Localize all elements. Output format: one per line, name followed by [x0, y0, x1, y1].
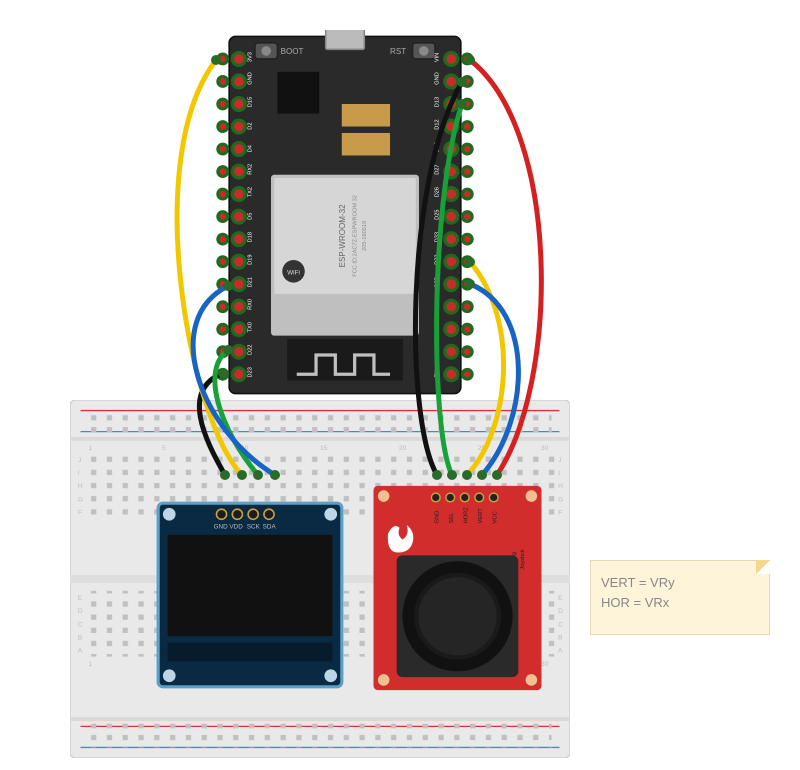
- sticky-note: VERT = VRy HOR = VRx: [590, 560, 770, 635]
- svg-text:GND: GND: [435, 511, 441, 524]
- svg-text:TX0: TX0: [248, 322, 254, 332]
- svg-text:D14: D14: [434, 142, 440, 152]
- svg-text:D34: D34: [434, 300, 440, 310]
- svg-text:RX0: RX0: [248, 299, 254, 310]
- svg-text:1: 1: [88, 661, 92, 668]
- svg-text:SCK: SCK: [247, 524, 261, 531]
- svg-text:D32: D32: [434, 255, 440, 265]
- svg-text:H: H: [78, 483, 83, 490]
- svg-text:I: I: [78, 470, 80, 477]
- svg-text:EN: EN: [434, 370, 440, 378]
- svg-text:1: 1: [88, 445, 92, 452]
- svg-text:D: D: [78, 608, 83, 615]
- svg-text:FCC ID:2AC7Z-ESPWROOM 32: FCC ID:2AC7Z-ESPWROOM 32: [352, 195, 358, 277]
- svg-text:B: B: [558, 635, 563, 642]
- oled-module: GND VDD SCK SDA: [155, 500, 345, 690]
- svg-text:C: C: [78, 621, 83, 628]
- esp32-left-header: [218, 53, 245, 381]
- svg-text:BOOT: BOOT: [281, 47, 304, 56]
- svg-text:VIN: VIN: [434, 53, 440, 62]
- svg-text:D33: D33: [434, 232, 440, 242]
- svg-text:D27: D27: [434, 164, 440, 174]
- svg-text:F: F: [78, 510, 82, 517]
- svg-text:I: I: [558, 470, 560, 477]
- svg-text:5: 5: [162, 445, 166, 452]
- svg-text:J: J: [78, 457, 81, 464]
- svg-text:D18: D18: [248, 232, 254, 242]
- svg-text:D25: D25: [434, 209, 440, 219]
- svg-text:GND: GND: [214, 524, 228, 531]
- svg-text:GND: GND: [248, 72, 254, 85]
- svg-text:15: 15: [320, 445, 328, 452]
- svg-text:RX2: RX2: [248, 164, 254, 175]
- svg-text:D26: D26: [434, 187, 440, 197]
- svg-text:A: A: [78, 648, 83, 655]
- svg-text:VDD: VDD: [229, 524, 243, 531]
- svg-text:25: 25: [478, 445, 486, 452]
- svg-text:ESP-WROOM-32: ESP-WROOM-32: [338, 204, 347, 267]
- svg-text:D12: D12: [434, 119, 440, 129]
- svg-text:D: D: [558, 608, 563, 615]
- svg-text:3V3: 3V3: [248, 52, 254, 62]
- svg-text:D22: D22: [248, 345, 254, 355]
- svg-text:VCC: VCC: [493, 511, 499, 523]
- svg-text:10: 10: [241, 445, 249, 452]
- svg-text:D4: D4: [248, 145, 254, 152]
- svg-text:RST: RST: [390, 47, 406, 56]
- svg-text:Joystick: Joystick: [520, 549, 526, 570]
- svg-text:20: 20: [399, 445, 407, 452]
- esp32-right-header: [445, 53, 472, 381]
- svg-text:SDA: SDA: [263, 524, 277, 531]
- svg-text:VP: VP: [434, 347, 440, 355]
- joystick-module: GND SEL HORZ VERT VCC Analog Joystick: [370, 483, 545, 693]
- svg-text:G: G: [558, 496, 563, 503]
- esp32-board: BOOT RST ESP-WROOM-32 FCC ID:2AC7Z-ESPWR…: [215, 30, 475, 400]
- svg-text:A: A: [558, 648, 563, 655]
- svg-text:VERT: VERT: [478, 508, 484, 524]
- svg-text:C: C: [558, 621, 563, 628]
- note-line2: HOR = VRx: [601, 593, 759, 613]
- svg-text:G: G: [78, 496, 83, 503]
- svg-text:D5: D5: [248, 213, 254, 220]
- svg-text:J: J: [558, 457, 561, 464]
- svg-text:HORZ: HORZ: [464, 507, 470, 524]
- svg-text:TX2: TX2: [248, 187, 254, 197]
- svg-text:E: E: [558, 595, 563, 602]
- svg-text:E: E: [78, 595, 83, 602]
- note-line1: VERT = VRy: [601, 573, 759, 593]
- svg-text:205-160519: 205-160519: [362, 221, 368, 251]
- svg-text:D2: D2: [248, 123, 254, 130]
- svg-text:D13: D13: [434, 97, 440, 107]
- svg-text:30: 30: [541, 445, 549, 452]
- svg-text:D35: D35: [434, 277, 440, 287]
- svg-text:H: H: [558, 483, 563, 490]
- svg-text:D19: D19: [248, 255, 254, 265]
- svg-text:D15: D15: [248, 97, 254, 107]
- svg-text:D23: D23: [248, 367, 254, 377]
- svg-text:VN: VN: [434, 325, 440, 333]
- svg-text:F: F: [558, 510, 562, 517]
- svg-text:D21: D21: [248, 277, 254, 287]
- svg-text:WiFi: WiFi: [287, 270, 300, 277]
- svg-text:B: B: [78, 635, 83, 642]
- svg-text:SEL: SEL: [449, 512, 455, 524]
- svg-text:GND: GND: [434, 72, 440, 85]
